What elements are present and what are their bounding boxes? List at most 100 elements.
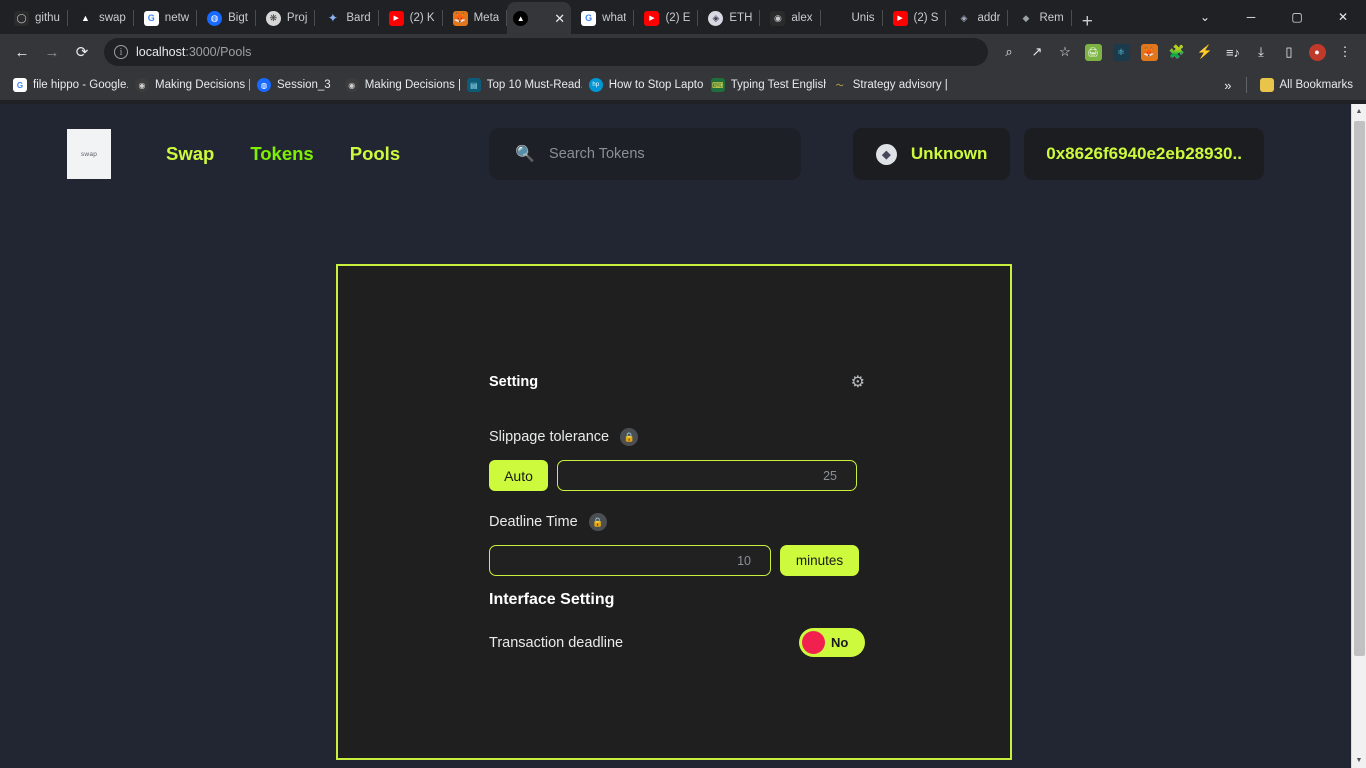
address-bar[interactable]: i localhost:3000/Pools xyxy=(104,38,988,66)
minimize-button[interactable]: ─ xyxy=(1228,0,1274,34)
browser-window: ◯ githu ▲ swap G netw ◍ Bigt ❋ Proj ✦ Ba… xyxy=(0,0,1366,768)
metamask-icon: 🦊 xyxy=(452,10,468,26)
sidepanel-icon[interactable]: ▯ xyxy=(1276,39,1302,65)
wallet-address-chip[interactable]: 0x8626f6940e2eb28930.. xyxy=(1024,128,1265,180)
scrollbar-thumb[interactable] xyxy=(1354,121,1365,656)
share-icon[interactable]: ↗ xyxy=(1024,39,1050,65)
app-logo[interactable]: swap xyxy=(67,129,111,179)
browser-tab[interactable]: ◈ ETH xyxy=(698,2,761,34)
browser-tab[interactable]: ▶ (2) E xyxy=(634,2,699,34)
maximize-button[interactable]: ▢ xyxy=(1274,0,1320,34)
deadline-label: Deatline Time xyxy=(489,514,578,530)
tab-title: Bigt xyxy=(228,12,248,24)
profile-avatar[interactable]: ● xyxy=(1304,39,1330,65)
bookmark-item[interactable]: hp How to Stop Lapto... xyxy=(582,75,704,95)
tab-search-chevron-icon[interactable]: ⌄ xyxy=(1182,0,1228,34)
deadline-input[interactable]: 10 xyxy=(489,545,771,576)
toolbar-icons: ⌕ ↗ ☆ 🖨 ⚛ 🦊 🧩 ⚡ ≡♪ ⤓ ▯ ● ⋮ xyxy=(996,39,1358,65)
browser-tab[interactable]: ◉ alex xyxy=(760,2,821,34)
close-window-button[interactable]: ✕ xyxy=(1320,0,1366,34)
bookmark-item[interactable]: ◉ Making Decisions |... xyxy=(128,75,250,95)
printer-extension-icon[interactable]: 🖨 xyxy=(1080,39,1106,65)
url-path: :3000/Pools xyxy=(185,45,252,59)
tab-title: addr xyxy=(977,12,1001,24)
lightning-extension-icon[interactable]: ⚡ xyxy=(1192,39,1218,65)
slippage-input[interactable]: 25 xyxy=(557,460,857,491)
browser-tab[interactable]: ❋ Proj xyxy=(256,2,316,34)
nextjs-icon: ▲ xyxy=(77,10,93,26)
bookmark-item[interactable]: ◉ Making Decisions |... xyxy=(338,75,460,95)
browser-tab[interactable]: ◆ Rem xyxy=(1008,2,1072,34)
bookmark-item[interactable]: G file hippo - Google... xyxy=(6,75,128,95)
url-host: localhost xyxy=(136,45,186,59)
browser-tab[interactable]: Unis xyxy=(821,2,883,34)
bookmarks-bar: G file hippo - Google... ◉ Making Decisi… xyxy=(0,70,1366,100)
network-label: Unknown xyxy=(910,144,988,163)
github-icon: ◯ xyxy=(14,10,29,26)
tab-title: Meta xyxy=(473,12,500,24)
new-tab-button[interactable]: + xyxy=(1072,12,1103,34)
bookmarks-overflow-button[interactable]: » xyxy=(1216,78,1239,93)
google-icon: G xyxy=(13,78,27,92)
zoom-icon[interactable]: ⌕ xyxy=(996,39,1022,65)
bookmark-item[interactable]: 〜 Strategy advisory |... xyxy=(826,75,948,95)
scroll-down-arrow-icon[interactable]: ▼ xyxy=(1352,753,1366,768)
openai-icon: ❋ xyxy=(265,10,281,26)
downloads-icon[interactable]: ⤓ xyxy=(1248,39,1274,65)
tab-title: Proj xyxy=(286,12,308,24)
page-scrollbar[interactable]: ▲ ▼ xyxy=(1351,104,1366,768)
react-devtools-icon[interactable]: ⚛ xyxy=(1108,39,1134,65)
lock-icon[interactable]: 🔒 xyxy=(620,428,639,446)
back-button[interactable]: ← xyxy=(8,38,36,66)
lock-icon[interactable]: 🔒 xyxy=(588,513,607,531)
deadline-input-placeholder: 10 xyxy=(737,553,751,568)
metamask-extension-icon[interactable]: 🦊 xyxy=(1136,39,1162,65)
browser-tab[interactable]: ◈ addr xyxy=(946,2,1009,34)
deadline-unit-button[interactable]: minutes xyxy=(780,545,859,576)
tab-title: ETH xyxy=(729,12,753,24)
reading-list-icon[interactable]: ≡♪ xyxy=(1220,39,1246,65)
tab-title: swap xyxy=(98,12,126,24)
browser-tab[interactable]: ▶ (2) K xyxy=(379,2,443,34)
bookmark-star-icon[interactable]: ☆ xyxy=(1052,39,1078,65)
search-placeholder: Search Tokens xyxy=(549,146,645,162)
browser-tab[interactable]: ▶ (2) S xyxy=(883,2,947,34)
transaction-deadline-toggle[interactable]: No xyxy=(799,628,865,657)
reload-button[interactable]: ⟳ xyxy=(68,38,96,66)
nav-item-pools[interactable]: Pools xyxy=(350,143,400,165)
close-icon[interactable]: ✕ xyxy=(554,12,565,25)
browser-tab-active[interactable]: ▲ ✕ xyxy=(507,2,572,34)
search-tokens-input[interactable]: 🔍 Search Tokens xyxy=(489,128,802,180)
slippage-auto-button[interactable]: Auto xyxy=(489,460,548,491)
nav-item-swap[interactable]: Swap xyxy=(166,143,214,165)
browser-tab[interactable]: ◍ Bigt xyxy=(197,2,256,34)
bookmark-item[interactable]: ▤ Top 10 Must-Read... xyxy=(460,75,582,95)
etherscan-icon: ◈ xyxy=(956,10,972,26)
scroll-up-arrow-icon[interactable]: ▲ xyxy=(1352,104,1366,119)
bookmark-item[interactable]: ⌨ Typing Test English... xyxy=(704,75,826,95)
browser-tab[interactable]: G netw xyxy=(134,2,198,34)
nav-item-tokens[interactable]: Tokens xyxy=(250,143,313,165)
browser-tab[interactable]: G what xyxy=(571,2,635,34)
all-bookmarks-button[interactable]: All Bookmarks xyxy=(1253,75,1361,95)
typing-icon: ⌨ xyxy=(710,78,725,92)
browser-tab[interactable]: ▲ swap xyxy=(68,2,134,34)
globe-icon: ◍ xyxy=(207,10,223,26)
gear-icon[interactable]: ⚙ xyxy=(851,372,865,392)
puzzle-extensions-icon[interactable]: 🧩 xyxy=(1164,39,1190,65)
youtube-icon: ▶ xyxy=(388,10,404,26)
chrome-menu-icon[interactable]: ⋮ xyxy=(1332,39,1358,65)
tab-title: what xyxy=(602,12,627,24)
browser-tab[interactable]: ✦ Bard xyxy=(315,2,379,34)
network-chip[interactable]: ◆ Unknown xyxy=(853,128,1011,180)
browser-toolbar: ← → ⟳ i localhost:3000/Pools ⌕ ↗ ☆ 🖨 ⚛ 🦊… xyxy=(0,34,1366,70)
site-info-icon[interactable]: i xyxy=(114,45,128,59)
deadline-label-row: Deatline Time 🔒 xyxy=(489,513,1010,531)
forward-button[interactable]: → xyxy=(38,38,66,66)
browser-tab[interactable]: ◯ githu xyxy=(4,2,68,34)
coursera-icon: ◉ xyxy=(344,78,359,92)
browser-tab[interactable]: 🦊 Meta xyxy=(443,2,508,34)
slippage-input-placeholder: 25 xyxy=(823,468,837,483)
tab-title: Rem xyxy=(1039,12,1064,24)
bookmark-item[interactable]: ◍ Session_3 xyxy=(250,75,338,95)
